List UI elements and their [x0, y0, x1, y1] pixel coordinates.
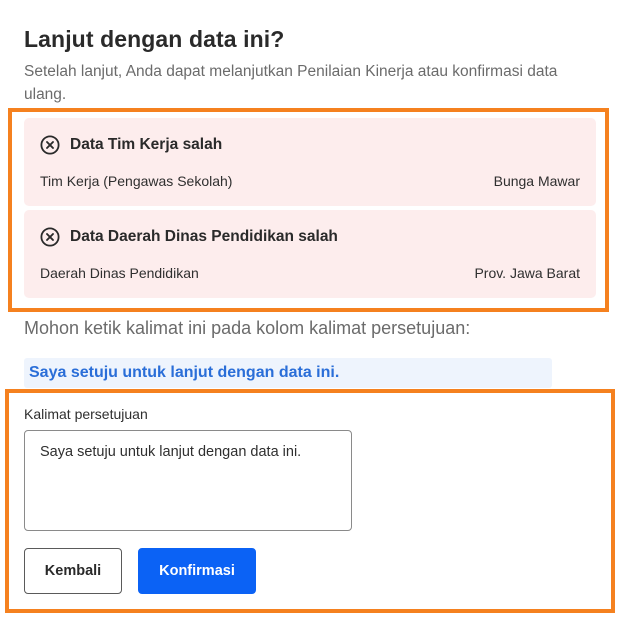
highlight-frame-agreement [5, 389, 615, 613]
agreement-phrase: Saya setuju untuk lanjut dengan data ini… [29, 364, 340, 381]
agreement-instruction: Mohon ketik kalimat ini pada kolom kalim… [24, 318, 471, 338]
dialog-title: Lanjut dengan data ini? [24, 26, 285, 52]
dialog-subtitle: Setelah lanjut, Anda dapat melanjutkan P… [24, 63, 558, 103]
agreement-phrase-box: Saya setuju untuk lanjut dengan data ini… [24, 358, 552, 388]
highlight-frame-errors [8, 108, 609, 312]
